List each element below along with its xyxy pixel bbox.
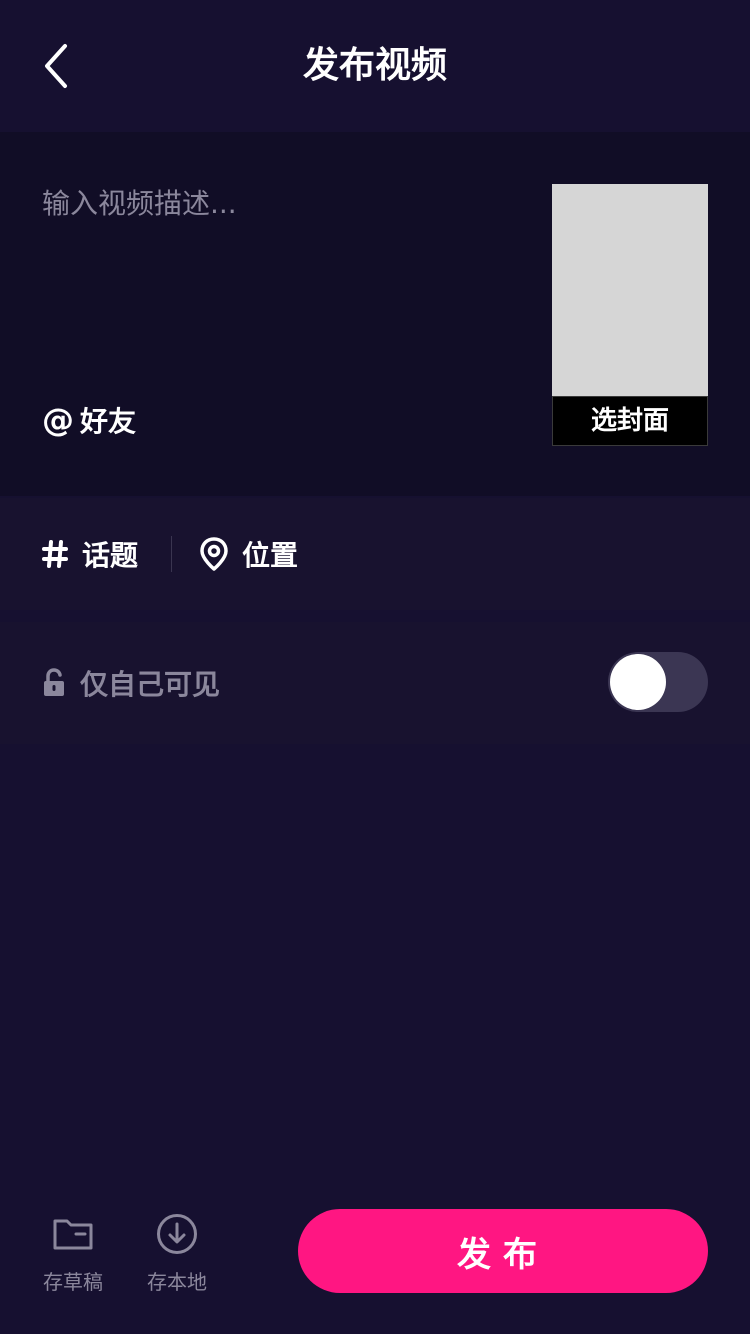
folder-icon [53,1219,93,1250]
mention-friends-label: 好友 [80,405,137,438]
map-pin-icon [200,537,228,571]
privacy-toggle[interactable] [608,652,708,712]
cover-select-label: 选封面 [552,396,708,446]
tag-row: 话题 位置 [0,498,750,610]
content-area [0,756,750,1176]
top-bar: 发布视频 [0,0,750,132]
location-label: 位置 [242,539,299,572]
topic-button[interactable]: 话题 [42,498,138,610]
privacy-label-group: 仅自己可见 [42,622,220,744]
location-button[interactable]: 位置 [200,498,298,610]
save-local-label: 存本地 [147,1270,207,1294]
publish-button[interactable]: 发布 [298,1209,708,1293]
toggle-knob [610,654,666,710]
save-draft-label: 存草稿 [43,1270,103,1294]
tag-divider [171,536,172,572]
description-input[interactable] [42,184,512,434]
hash-icon [42,540,68,568]
description-card: @ 好友 选封面 [0,132,750,496]
cover-select-button[interactable]: 选封面 [552,184,708,446]
topic-label: 话题 [82,539,139,572]
privacy-row: 仅自己可见 [0,622,750,744]
unlock-icon [44,668,64,696]
mention-friends-button[interactable]: @ 好友 [42,398,136,442]
save-local-button[interactable]: 存本地 [137,1210,217,1295]
at-icon: @ [42,401,74,439]
download-circle-icon [157,1214,197,1254]
save-draft-button[interactable]: 存草稿 [33,1210,113,1295]
page-title: 发布视频 [302,45,447,86]
privacy-label: 仅自己可见 [80,668,221,701]
